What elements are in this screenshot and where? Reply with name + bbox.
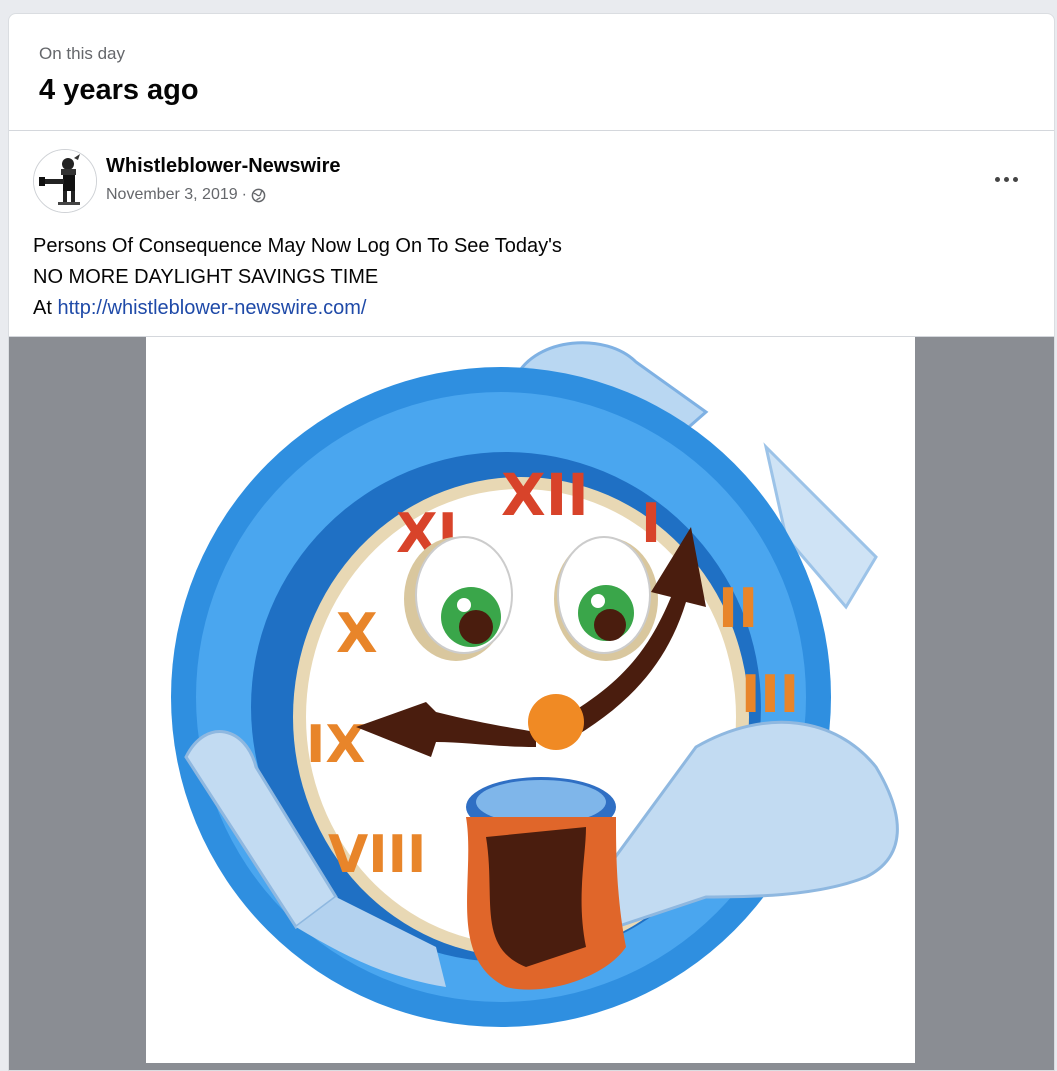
avatar-image — [34, 150, 96, 212]
clock-numeral: III — [741, 665, 799, 725]
post-media[interactable]: XII I II III VIII IX X XI — [9, 336, 1054, 1070]
clock-numeral: I — [641, 492, 661, 555]
post-text-line: NO MORE DAYLIGHT SAVINGS TIME — [33, 266, 379, 288]
clock-numeral: XII — [501, 461, 589, 529]
clock-image[interactable]: XII I II III VIII IX X XI — [146, 337, 915, 1063]
post-date[interactable]: November 3, 2019 — [106, 186, 238, 204]
clock-numeral: VIII — [328, 825, 426, 885]
more-options-button[interactable] — [986, 167, 1026, 191]
globe-icon[interactable] — [251, 188, 266, 203]
post-text-line-link: At http://whistleblower-newswire.com/ — [33, 293, 1030, 324]
clock-numeral: X — [336, 602, 378, 665]
post-link[interactable]: http://whistleblower-newswire.com/ — [57, 297, 366, 319]
meta-separator: · — [241, 186, 247, 203]
post-header: Whistleblower-Newswire November 3, 2019 … — [9, 131, 1054, 213]
post-text: Persons Of Consequence May Now Log On To… — [9, 211, 1054, 327]
post-author[interactable]: Whistleblower-Newswire — [106, 155, 341, 178]
memory-title: 4 years ago — [39, 74, 199, 106]
avatar[interactable] — [33, 149, 97, 213]
memory-label: On this day — [39, 44, 125, 63]
memory-header: On this day 4 years ago — [9, 14, 1054, 131]
clock-numeral: IX — [306, 715, 365, 775]
more-dot — [1012, 176, 1018, 182]
clock-numeral: II — [718, 577, 758, 640]
post-meta: November 3, 2019 · — [106, 186, 266, 204]
clock-illustration: XII I II III VIII IX X XI — [171, 341, 899, 1027]
more-dot — [1003, 176, 1009, 182]
memory-card: On this day 4 years ago Whistleblower-Ne… — [8, 13, 1055, 1071]
link-prefix: At — [33, 297, 52, 319]
post-text-line: Persons Of Consequence May Now Log On To… — [33, 235, 562, 257]
more-dot — [994, 176, 1000, 182]
